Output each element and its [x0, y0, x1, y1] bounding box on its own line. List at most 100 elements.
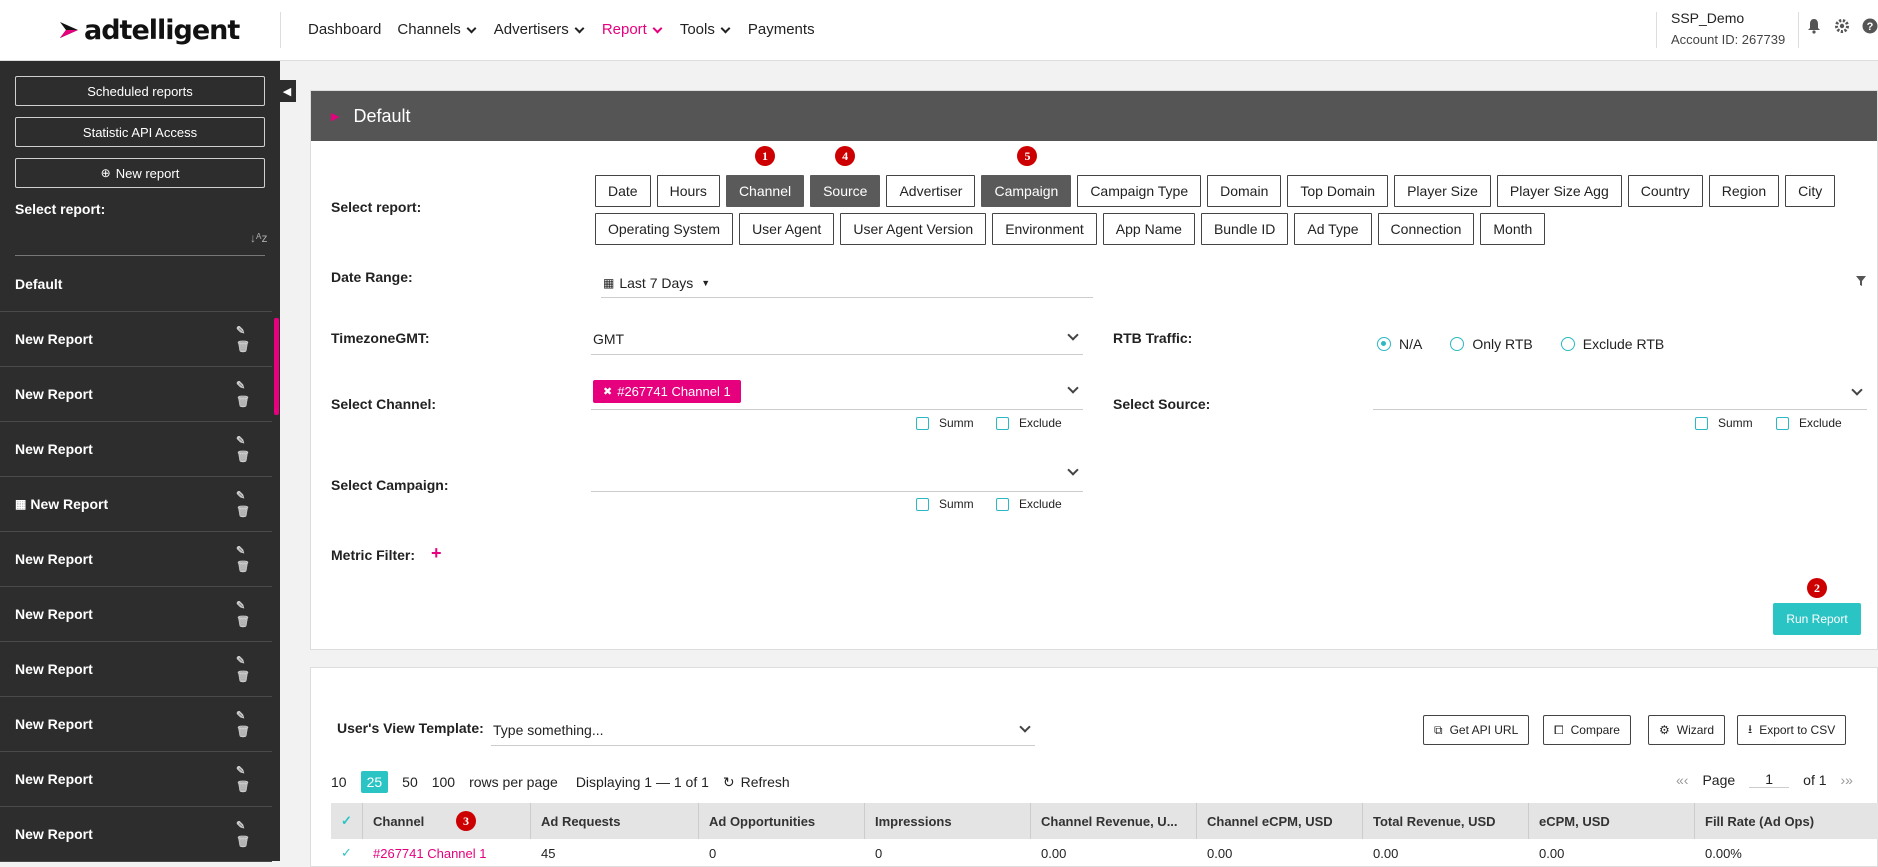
column-header-ad-requests[interactable]: Ad Requests — [531, 803, 699, 839]
trash-icon[interactable]: 🗑 — [236, 835, 250, 848]
tag-player-size-agg[interactable]: Player Size Agg — [1496, 175, 1622, 207]
column-header-impressions[interactable]: Impressions — [865, 803, 1031, 839]
trash-icon[interactable]: 🗑 — [236, 615, 250, 628]
gear-icon[interactable] — [1834, 18, 1850, 34]
scheduled-reports-button[interactable]: Scheduled reports — [15, 76, 265, 106]
report-item[interactable]: New Report ✎ 🗑 — [0, 422, 272, 477]
trash-icon[interactable]: 🗑 — [236, 725, 250, 738]
tag-environment[interactable]: Environment — [992, 213, 1097, 245]
tag-campaign[interactable]: Campaign 5 — [981, 146, 1072, 207]
collapse-sidebar-button[interactable]: ◀ — [278, 80, 296, 102]
remove-icon[interactable]: ✖ — [603, 385, 612, 398]
column-header-ecpm[interactable]: eCPM, USD — [1529, 803, 1695, 839]
tag-channel[interactable]: Channel 1 — [725, 146, 805, 207]
pencil-icon[interactable]: ✎ — [236, 324, 250, 337]
nav-dashboard[interactable]: Dashboard — [308, 21, 381, 38]
column-header-channel-ecpm[interactable]: Channel eCPM, USD — [1197, 803, 1363, 839]
tag-month[interactable]: Month — [1480, 213, 1546, 245]
panel-header[interactable]: ▶ Default — [311, 91, 1877, 141]
view-template-select[interactable]: Type something... — [491, 714, 1035, 746]
page-size-100[interactable]: 100 — [432, 774, 455, 790]
column-header-channel-revenue[interactable]: Channel Revenue, U... — [1031, 803, 1197, 839]
report-item[interactable]: New Report ✎ 🗑 — [0, 312, 272, 367]
tag-hours[interactable]: Hours — [656, 175, 720, 207]
channel-select[interactable]: ✖ #267741 Channel 1 — [591, 374, 1083, 410]
report-item-scheduled[interactable]: ▦ New Report ✎ 🗑 — [0, 477, 272, 532]
tag-domain[interactable]: Domain — [1207, 175, 1282, 207]
tag-country[interactable]: Country — [1627, 175, 1703, 207]
tag-date[interactable]: Date — [595, 175, 651, 207]
pencil-icon[interactable]: ✎ — [236, 819, 250, 832]
pencil-icon[interactable]: ✎ — [236, 544, 250, 557]
nav-tools[interactable]: Tools — [680, 21, 732, 38]
trash-icon[interactable]: 🗑 — [236, 340, 250, 353]
pencil-icon[interactable]: ✎ — [236, 709, 250, 722]
run-report-button[interactable]: Run Report — [1773, 603, 1861, 635]
date-range-picker[interactable]: ▦ Last 7 Days ▼ — [601, 268, 1093, 298]
tag-campaign-type[interactable]: Campaign Type — [1077, 175, 1202, 207]
rtb-option-na[interactable]: N/A — [1377, 336, 1422, 352]
sort-icon[interactable]: ↓ᴬz — [250, 231, 267, 245]
source-summ-checkbox[interactable]: Summ — [1695, 416, 1753, 430]
column-header-ad-opportunities[interactable]: Ad Opportunities — [699, 803, 865, 839]
rtb-option-exclude-rtb[interactable]: Exclude RTB — [1560, 336, 1664, 352]
tag-source[interactable]: Source 4 — [810, 146, 881, 207]
pencil-icon[interactable]: ✎ — [236, 379, 250, 392]
column-header-total-revenue[interactable]: Total Revenue, USD — [1363, 803, 1529, 839]
pencil-icon[interactable]: ✎ — [236, 764, 250, 777]
pencil-icon[interactable]: ✎ — [236, 599, 250, 612]
tag-player-size[interactable]: Player Size — [1394, 175, 1491, 207]
channel-exclude-checkbox[interactable]: Exclude — [996, 416, 1062, 430]
wizard-button[interactable]: ⚙ Wizard — [1648, 715, 1726, 745]
get-api-url-button[interactable]: ⧉ Get API URL — [1423, 715, 1530, 745]
pencil-icon[interactable]: ✎ — [236, 489, 250, 502]
tag-advertiser[interactable]: Advertiser — [886, 175, 976, 207]
report-item[interactable]: New Report ✎ 🗑 — [0, 532, 272, 587]
pencil-icon[interactable]: ✎ — [236, 654, 250, 667]
column-header-channel[interactable]: Channel 3 — [363, 803, 531, 839]
new-report-button[interactable]: ⊕ New report — [15, 158, 265, 188]
channel-summ-checkbox[interactable]: Summ — [916, 416, 974, 430]
tag-top-domain[interactable]: Top Domain — [1287, 175, 1389, 207]
filter-icon[interactable] — [1855, 275, 1867, 287]
help-icon[interactable]: ? — [1862, 18, 1878, 34]
nav-report[interactable]: Report — [602, 21, 664, 38]
rtb-option-only-rtb[interactable]: Only RTB — [1450, 336, 1533, 352]
trash-icon[interactable]: 🗑 — [236, 560, 250, 573]
report-item[interactable]: New Report ✎ 🗑 — [0, 587, 272, 642]
report-item[interactable]: New Report ✎ 🗑 — [0, 697, 272, 752]
tag-city[interactable]: City — [1785, 175, 1836, 207]
campaign-summ-checkbox[interactable]: Summ — [916, 497, 974, 511]
export-csv-button[interactable]: ⭳ Export to CSV — [1737, 715, 1847, 745]
table-row[interactable]: ✓ #267741 Channel 1 45 0 0 0.00 0.00 0.0… — [331, 839, 1878, 867]
row-check-icon[interactable]: ✓ — [331, 839, 363, 867]
report-item-default[interactable]: Default — [0, 257, 272, 312]
bell-icon[interactable] — [1806, 18, 1822, 34]
logo[interactable]: adtelligent — [58, 14, 240, 46]
report-item[interactable]: New Report ✎ 🗑 — [0, 807, 272, 862]
cell-channel-link[interactable]: #267741 Channel 1 — [363, 839, 531, 867]
tag-region[interactable]: Region — [1708, 175, 1780, 207]
tag-ad-type[interactable]: Ad Type — [1294, 213, 1372, 245]
sidebar-scrollbar[interactable] — [274, 318, 279, 415]
campaign-exclude-checkbox[interactable]: Exclude — [996, 497, 1062, 511]
page-size-50[interactable]: 50 — [402, 774, 418, 790]
compare-button[interactable]: ⧠ Compare — [1543, 715, 1631, 745]
source-exclude-checkbox[interactable]: Exclude — [1776, 416, 1842, 430]
tag-user-agent-version[interactable]: User Agent Version — [840, 213, 987, 245]
statistic-api-button[interactable]: Statistic API Access — [15, 117, 265, 147]
first-page-icon[interactable]: «‹ — [1676, 772, 1688, 788]
trash-icon[interactable]: 🗑 — [236, 450, 250, 463]
tag-operating-system[interactable]: Operating System — [595, 213, 734, 245]
tag-app-name[interactable]: App Name — [1102, 213, 1195, 245]
page-input[interactable]: 1 — [1749, 771, 1790, 788]
page-size-25[interactable]: 25 — [360, 771, 389, 793]
report-item[interactable]: New Report ✎ 🗑 — [0, 752, 272, 807]
report-item[interactable]: New Report ✎ 🗑 — [0, 367, 272, 422]
nav-channels[interactable]: Channels — [397, 21, 477, 38]
select-all-check-icon[interactable]: ✓ — [331, 803, 363, 839]
source-select[interactable] — [1373, 374, 1867, 410]
add-metric-filter-icon[interactable]: + — [431, 543, 442, 564]
tag-bundle-id[interactable]: Bundle ID — [1200, 213, 1289, 245]
campaign-select[interactable] — [591, 456, 1083, 492]
